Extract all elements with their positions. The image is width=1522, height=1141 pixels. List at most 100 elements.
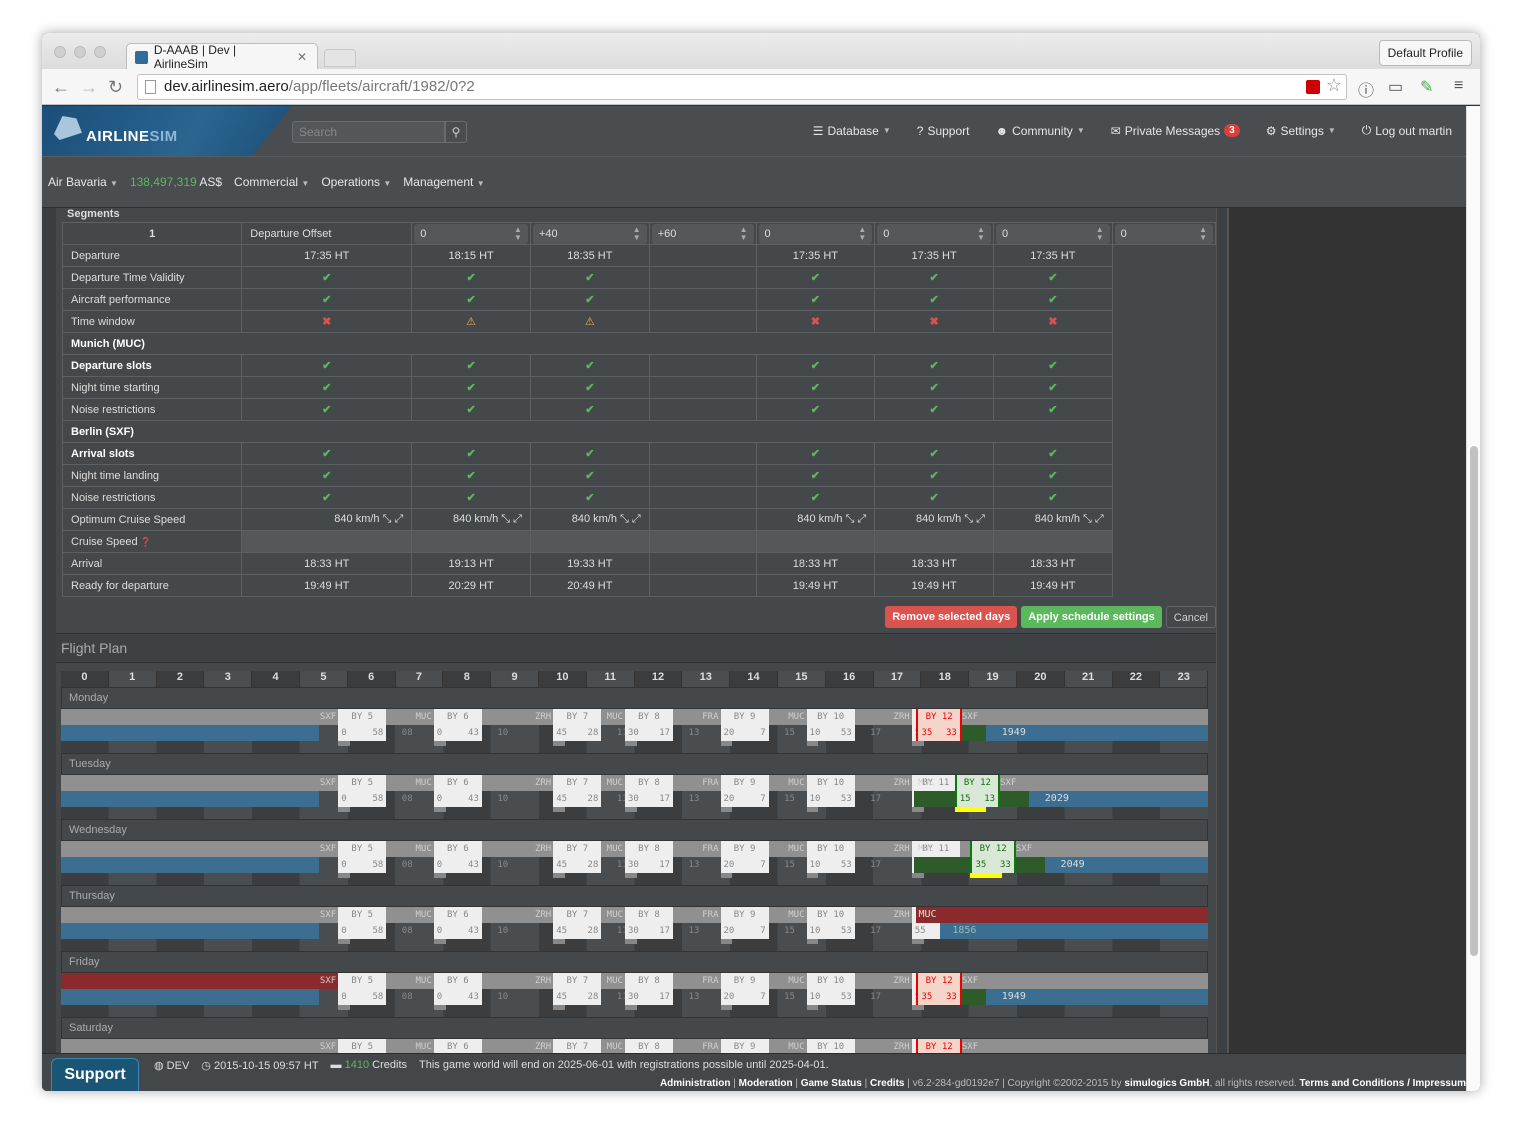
apply-schedule-settings-button[interactable]: Apply schedule settings [1021,606,1162,628]
menu-commercial[interactable]: Commercial ▼ [234,175,309,189]
airport-block[interactable]: ZRH [515,973,553,989]
airport-block[interactable]: MUC [396,841,434,857]
flight-number[interactable]: BY 10 [806,709,855,725]
back-icon[interactable]: ← [52,77,70,98]
cruise-speed-input[interactable] [992,530,1113,553]
flight-number[interactable]: BY 6 [433,841,482,857]
cruise-speed-input[interactable] [648,530,757,553]
airport-block[interactable]: ZRH [873,841,911,857]
airport-block[interactable]: SXF [300,841,338,857]
flight-by12-selected[interactable]: BY 12 [954,775,1001,791]
expand-icon[interactable]: ⤢ [973,513,985,525]
flight-times[interactable]: 0 43 [433,725,482,741]
flight-times[interactable]: 0 58 [338,989,387,1005]
search-input[interactable]: Search [292,121,445,143]
flight-by12-times[interactable]: 15 13 [954,791,1001,807]
remove-selected-days-button[interactable]: Remove selected days [885,606,1018,628]
airport-block[interactable]: MUC [587,907,625,923]
airport-block[interactable]: ZRH [515,841,553,857]
airport-block[interactable]: FRA [682,841,720,857]
flight-times[interactable]: 10 53 [806,791,855,807]
flight-times[interactable]: 0 58 [338,725,387,741]
airport-block[interactable]: ZRH [873,907,911,923]
expand-icon[interactable]: ⤢ [854,513,866,525]
airport-block[interactable]: MUC [587,709,625,725]
airport-block[interactable]: MUC [396,775,434,791]
menu-management[interactable]: Management ▼ [403,175,484,189]
nav-logout[interactable]: ⏻ Log out martin [1362,123,1452,138]
forward-icon[interactable]: → [80,77,98,98]
flight-times[interactable]: 0 58 [338,857,387,873]
airport-block[interactable]: MUC [768,973,806,989]
flight-number[interactable]: BY 9 [720,1039,769,1053]
flight-number[interactable]: BY 9 [720,709,769,725]
flight-times[interactable]: 0 43 [433,857,482,873]
departure-offset-select[interactable]: 0 ▲ ▼ [414,223,528,244]
search-button[interactable]: ⚲ [445,121,467,143]
compress-icon[interactable]: ⤡ [843,513,855,525]
flight-number[interactable]: BY 6 [433,907,482,923]
support-button[interactable]: Support [51,1058,139,1091]
cancel-button[interactable]: Cancel [1165,606,1216,628]
flight-number[interactable]: BY 6 [433,709,482,725]
page-scrollbar[interactable] [1466,106,1480,1091]
ground-time-bar[interactable] [61,923,320,939]
flight-number[interactable]: BY 8 [624,1039,674,1053]
eyedropper-extension-icon[interactable]: ✎ [1420,77,1433,97]
airport-block[interactable]: MUC [396,907,434,923]
airport-block[interactable]: MUC [587,973,625,989]
flight-number[interactable]: BY 8 [624,973,674,989]
cruise-speed-input[interactable] [529,530,650,553]
flight-times[interactable]: 30 17 [624,989,674,1005]
minimize-window-button[interactable] [74,46,86,58]
ground-time-bar[interactable]: 2049 [1044,857,1208,873]
airport-block[interactable]: MUC [587,1039,625,1053]
flight-times[interactable]: 10 53 [806,923,855,939]
airport-block[interactable]: SXF [300,709,338,725]
browser-tab[interactable]: D-AAAB | Dev | AirlineSim ✕ [126,43,318,71]
conflict-bar[interactable] [61,973,339,989]
bookmark-star-icon[interactable]: ☆ [1326,73,1342,97]
departure-offset-select[interactable]: 0 ▲ ▼ [877,223,991,244]
menu-operations[interactable]: Operations ▼ [321,175,391,189]
flight-number[interactable]: BY 9 [720,775,769,791]
cruise-speed-input[interactable] [755,530,876,553]
flight-times[interactable]: 0 43 [433,923,482,939]
expand-icon[interactable]: ⤢ [629,513,641,525]
departure-offset-select[interactable]: +40 ▲ ▼ [532,223,647,244]
terms-link[interactable]: Terms and Conditions / Impressum [1299,1078,1466,1089]
flight-times[interactable]: 0 43 [433,791,482,807]
link-moderation[interactable]: Moderation [739,1078,793,1089]
ground-time-bar[interactable] [61,791,320,807]
flight-times[interactable]: 45 28 [553,989,602,1005]
airport-block[interactable]: SXF [300,973,338,989]
flight-number[interactable]: BY 6 [433,775,482,791]
airport-block[interactable]: FRA [682,775,720,791]
airline-menu[interactable]: Air Bavaria ▼ [48,175,118,189]
cruise-speed-input[interactable] [241,530,413,553]
flight-times[interactable]: 20 7 [720,857,769,873]
flight-times[interactable]: 0 58 [338,923,387,939]
link-credits[interactable]: Credits [870,1078,904,1089]
flight-times[interactable]: 10 53 [806,725,855,741]
airport-block[interactable]: MUC [396,709,434,725]
expand-icon[interactable]: ⤢ [1092,513,1104,525]
flight-number[interactable]: BY 9 [720,841,769,857]
airport-block[interactable]: FRA [682,709,720,725]
airport-block[interactable]: ZRH [515,709,553,725]
help-icon[interactable]: ❓ [138,537,151,547]
flight-number[interactable]: BY 5 [338,907,387,923]
menu-icon[interactable]: ≡ [1454,77,1463,95]
nav-community[interactable]: ☻ Community ▼ [995,123,1084,138]
airport-block[interactable]: MUC [768,907,806,923]
flight-number[interactable]: BY 6 [433,973,482,989]
flight-times[interactable]: 20 7 [720,989,769,1005]
flight-number[interactable]: BY 10 [806,907,855,923]
airport-block[interactable]: ZRH [873,775,911,791]
flight-times[interactable]: 30 17 [624,725,674,741]
flight-number[interactable]: BY 6 [433,1039,482,1053]
panel-splitter[interactable] [1216,208,1228,1053]
expand-icon[interactable]: ⤢ [391,513,403,525]
departure-offset-select[interactable]: 0 ▲ ▼ [1114,223,1213,244]
airport-block[interactable]: FRA [682,973,720,989]
